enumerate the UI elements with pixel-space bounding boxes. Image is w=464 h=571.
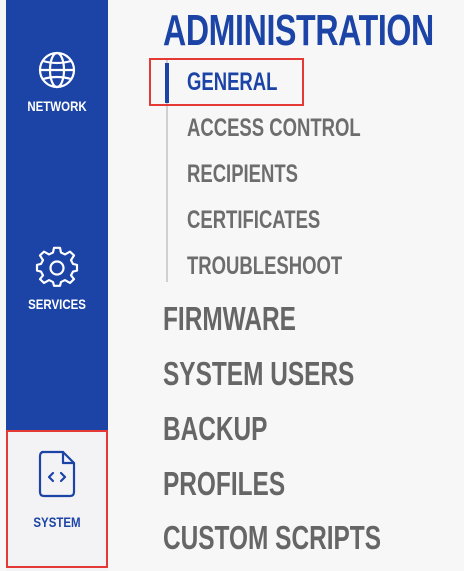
gear-icon	[35, 246, 79, 287]
system-menu-screenshot: NETWORK SERVICES SYSTEM ADMINISTRATION G…	[0, 0, 464, 571]
menu-item-system-users[interactable]: SYSTEM USERS	[163, 355, 354, 393]
globe-icon	[38, 51, 76, 89]
system-highlight-box	[6, 430, 108, 568]
submenu-item-recipients[interactable]: RECIPIENTS	[187, 160, 298, 189]
menu-item-firmware[interactable]: FIRMWARE	[163, 300, 296, 338]
rail-blue-panel: NETWORK SERVICES	[6, 0, 108, 430]
menu-item-backup[interactable]: BACKUP	[163, 410, 267, 448]
submenu-item-access-control[interactable]: ACCESS CONTROL	[187, 114, 361, 143]
rail-item-network[interactable]: NETWORK	[6, 48, 108, 114]
menu-item-profiles[interactable]: PROFILES	[163, 465, 285, 503]
rail-label-services: SERVICES	[28, 296, 86, 312]
menu-title-administration[interactable]: ADMINISTRATION	[163, 6, 434, 56]
submenu-item-certificates[interactable]: CERTIFICATES	[187, 206, 320, 235]
menu-item-custom-scripts[interactable]: CUSTOM SCRIPTS	[163, 519, 381, 557]
general-highlight-box	[149, 58, 304, 106]
submenu-item-troubleshoot[interactable]: TROUBLESHOOT	[187, 252, 342, 281]
rail-label-network: NETWORK	[27, 98, 87, 114]
rail-item-services[interactable]: SERVICES	[6, 246, 108, 312]
